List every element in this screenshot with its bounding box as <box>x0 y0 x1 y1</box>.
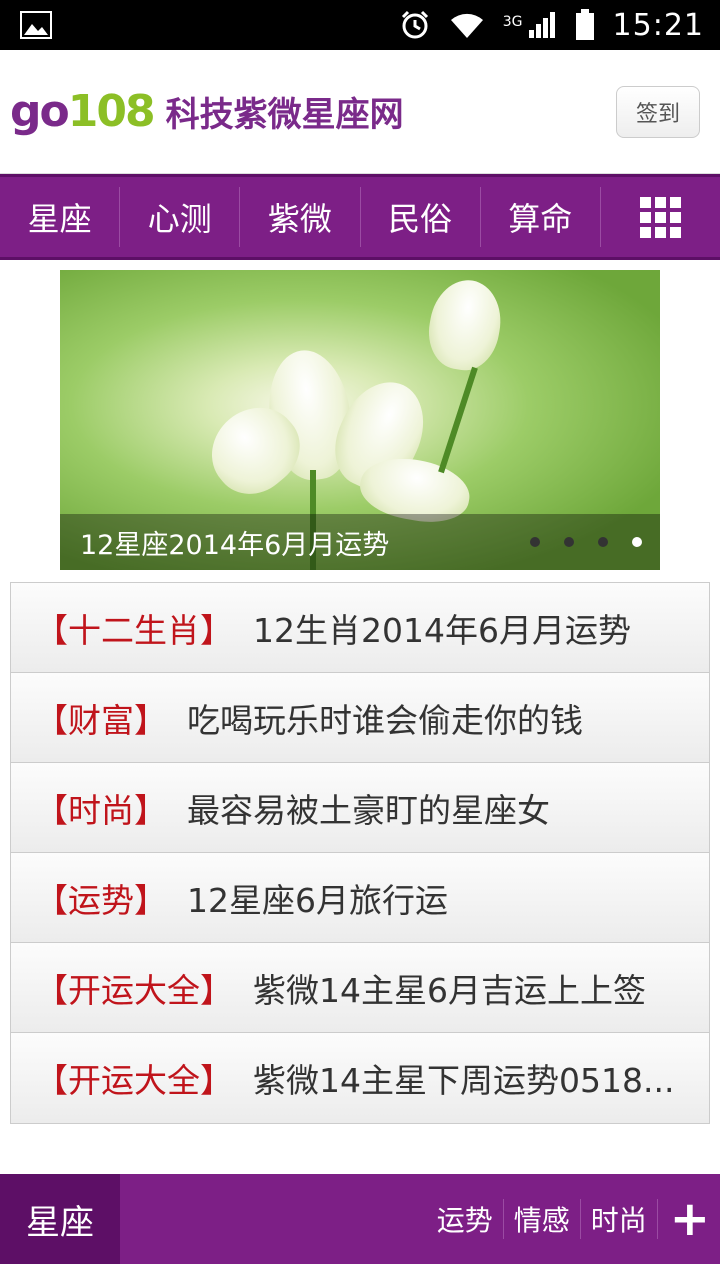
article-title: 吃喝玩乐时谁会偷走你的钱 <box>187 700 583 740</box>
lotus-stem <box>438 366 478 474</box>
banner-caption-bar: 12星座2014年6月月运势 <box>60 514 660 570</box>
list-item[interactable]: 【运势】 12星座6月旅行运 <box>11 853 709 943</box>
section-header: 星座 运势 情感 时尚 + <box>0 1174 720 1264</box>
section-title[interactable]: 星座 <box>0 1174 120 1264</box>
article-title: 12星座6月旅行运 <box>187 880 448 920</box>
signal-icon <box>528 12 555 38</box>
section-tab-qinggan[interactable]: 情感 <box>504 1199 581 1239</box>
category-tag: 【财富】 <box>35 700 167 740</box>
logo-go-text: go <box>10 86 70 137</box>
list-item[interactable]: 【十二生肖】 12生肖2014年6月月运势 <box>11 583 709 673</box>
list-item[interactable]: 【财富】 吃喝玩乐时谁会偷走你的钱 <box>11 673 709 763</box>
banner-carousel[interactable]: 12星座2014年6月月运势 <box>60 270 660 570</box>
article-title: 紫微14主星下周运势0518... <box>253 1061 675 1100</box>
image-notification-icon <box>20 11 52 39</box>
nav-item-ziwei[interactable]: 紫微 <box>240 187 361 247</box>
category-tag: 【时尚】 <box>35 790 167 830</box>
article-list: 【十二生肖】 12生肖2014年6月月运势 【财富】 吃喝玩乐时谁会偷走你的钱 … <box>10 582 710 1124</box>
clock-time: 15:21 <box>612 7 704 43</box>
category-tag: 【开运大全】 <box>35 1061 233 1100</box>
list-item[interactable]: 【时尚】 最容易被土豪盯的星座女 <box>11 763 709 853</box>
grid-icon <box>639 196 681 238</box>
wifi-icon <box>450 13 483 38</box>
main-nav: 星座 心测 紫微 民俗 算命 <box>0 174 720 260</box>
site-name: 科技紫微星座网 <box>165 95 404 135</box>
logo-number-text: 108 <box>67 86 156 137</box>
carousel-dot[interactable] <box>530 537 540 547</box>
section-tabs: 运势 情感 时尚 + <box>427 1174 720 1264</box>
battery-icon <box>575 9 594 40</box>
nav-item-minsu[interactable]: 民俗 <box>361 187 481 247</box>
site-logo[interactable]: go 108 科技紫微星座网 <box>10 86 404 137</box>
plus-icon[interactable]: + <box>658 1191 720 1247</box>
category-tag: 【十二生肖】 <box>35 610 233 650</box>
logo-mark: go 108 <box>10 86 156 137</box>
banner-caption: 12星座2014年6月月运势 <box>80 529 390 561</box>
carousel-dot[interactable] <box>564 537 574 547</box>
article-title: 12生肖2014年6月月运势 <box>253 610 631 650</box>
carousel-indicator <box>530 537 642 547</box>
carousel-dot-active[interactable] <box>632 537 642 547</box>
signin-button[interactable]: 签到 <box>616 85 700 138</box>
list-item[interactable]: 【开运大全】 紫微14主星6月吉运上上签 <box>11 943 709 1033</box>
carousel-dot[interactable] <box>598 537 608 547</box>
site-header: go 108 科技紫微星座网 签到 <box>0 50 720 174</box>
lotus-bud <box>422 274 508 376</box>
nav-item-xingzuo[interactable]: 星座 <box>0 187 121 247</box>
status-bar: 3G 15:21 <box>0 0 720 50</box>
nav-item-suanming[interactable]: 算命 <box>481 187 601 247</box>
category-tag: 【开运大全】 <box>35 970 233 1010</box>
nav-more-button[interactable] <box>601 187 720 247</box>
network-type-label: 3G <box>502 13 523 30</box>
category-tag: 【运势】 <box>35 880 167 920</box>
section-tab-shishang[interactable]: 时尚 <box>581 1199 658 1239</box>
article-title: 最容易被土豪盯的星座女 <box>187 790 550 830</box>
alarm-icon <box>401 10 428 39</box>
nav-item-xince[interactable]: 心测 <box>120 187 241 247</box>
section-tab-yunshi[interactable]: 运势 <box>427 1199 504 1239</box>
article-title: 紫微14主星6月吉运上上签 <box>253 970 646 1010</box>
list-item[interactable]: 【开运大全】 紫微14主星下周运势0518... <box>11 1033 709 1123</box>
